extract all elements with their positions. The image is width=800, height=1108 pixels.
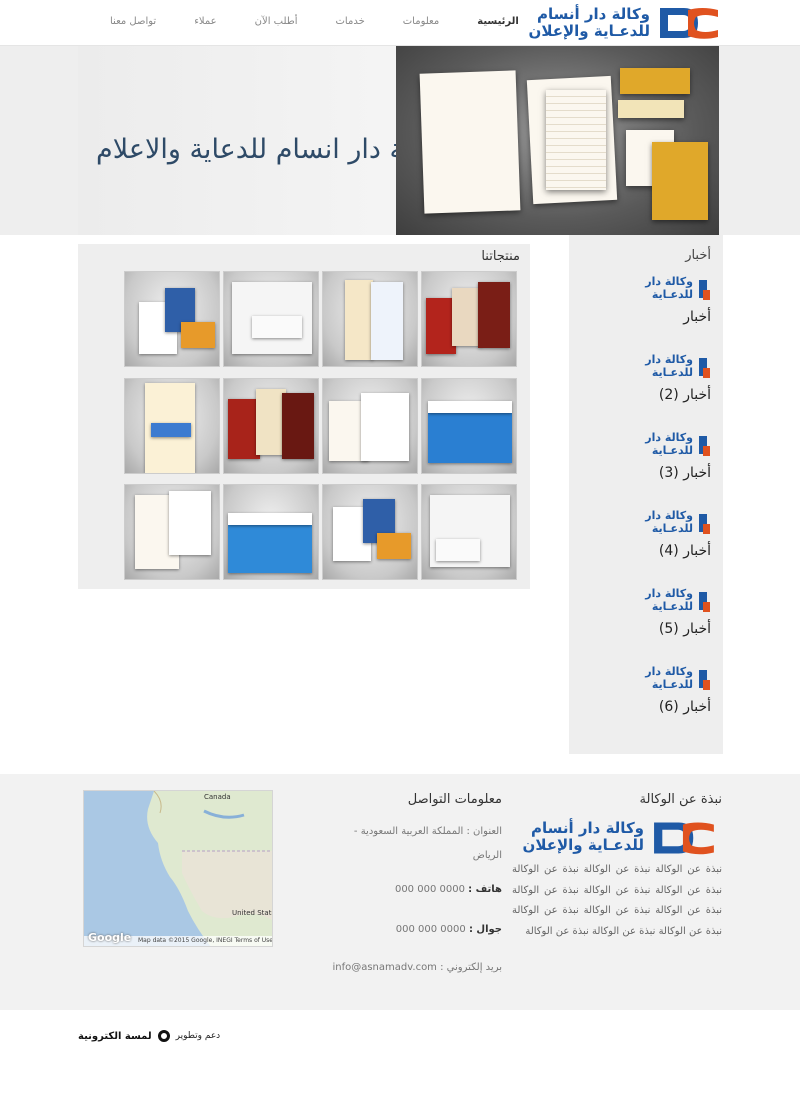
- phone-value: 0000 000 000: [394, 884, 465, 895]
- hero-title: وكالة دار انسام للدعاية والاعلام: [96, 134, 447, 165]
- credit-small: دعم وتطوير: [175, 1031, 221, 1041]
- map-label-us: United States: [232, 909, 272, 917]
- product-thumb[interactable]: [421, 378, 517, 474]
- footer-logo-line1: وكالة دار أنسام: [531, 819, 644, 837]
- logo-line1: وكالة دار أنسام: [537, 5, 650, 23]
- developer-credit[interactable]: دعم وتطوير لمسة الكترونية: [78, 1030, 220, 1042]
- products-section: منتجاتنا: [78, 244, 530, 589]
- product-thumb[interactable]: [421, 271, 517, 367]
- nav-clients[interactable]: عملاء: [172, 16, 232, 27]
- news-logo-line1: وكالة دار: [645, 665, 693, 678]
- news-logo-line1: وكالة دار: [645, 275, 693, 288]
- logo-mark-icon: [699, 514, 710, 534]
- news-label[interactable]: أخبار (3): [659, 465, 711, 481]
- products-grid: [124, 271, 520, 582]
- news-logo-line2: للدعـاية: [651, 678, 693, 691]
- phone-label: هاتف :: [468, 884, 502, 895]
- nav-info[interactable]: معلومات: [381, 16, 455, 27]
- logo-mark-icon: [660, 8, 718, 39]
- news-logo-line2: للدعـاية: [651, 366, 693, 379]
- brand-ring-icon: [157, 1030, 170, 1042]
- contact-title: معلومات التواصل: [407, 792, 502, 807]
- mobile-label: جوال :: [468, 924, 502, 935]
- news-logo: وكالة دار للدعـاية: [639, 587, 711, 617]
- about-title: نبذة عن الوكالة: [639, 792, 722, 807]
- news-logo-line1: وكالة دار: [645, 431, 693, 444]
- footer-logo: وكالة دار أنسام للدعـاية والإعلان: [523, 818, 718, 858]
- news-logo-line2: للدعـاية: [651, 600, 693, 613]
- logo-mark-icon: [699, 436, 710, 456]
- news-logo: وكالة دار للدعـاية: [639, 431, 711, 461]
- product-thumb[interactable]: [421, 484, 517, 580]
- map-label-canada: Canada: [204, 793, 231, 801]
- product-thumb[interactable]: [124, 378, 220, 474]
- news-item[interactable]: وكالة دار للدعـاية أخبار (6): [591, 665, 711, 735]
- news-label[interactable]: أخبار (6): [659, 699, 711, 715]
- news-logo-line2: للدعـاية: [651, 288, 693, 301]
- contact-email: بريد إلكتروني : info@asnamadv.com: [332, 962, 502, 973]
- news-item[interactable]: وكالة دار للدعـاية أخبار: [591, 275, 711, 345]
- contact-address: العنوان : المملكة العربية السعودية - الر…: [322, 820, 502, 868]
- news-logo-line2: للدعـاية: [651, 444, 693, 457]
- news-sidebar: أخبار وكالة دار للدعـاية أخبار وكالة دار ل…: [569, 235, 723, 754]
- site-header: وكالة دار أنسام للدعـاية والإعلان الرئيس…: [0, 0, 800, 46]
- nav-contact[interactable]: تواصل معنا: [88, 16, 172, 27]
- about-text: نبذة عن الوكالة نبذة عن الوكالة نبذة عن …: [512, 864, 722, 937]
- hero-stationery-image: [396, 46, 719, 235]
- products-title: منتجاتنا: [481, 249, 520, 264]
- email-label: بريد إلكتروني :: [440, 962, 502, 973]
- news-logo-line2: للدعـاية: [651, 522, 693, 535]
- logo-mark-icon: [699, 592, 710, 612]
- product-thumb[interactable]: [124, 271, 220, 367]
- product-thumb[interactable]: [322, 378, 418, 474]
- mobile-value: 0000 000 000: [395, 924, 466, 935]
- product-thumb[interactable]: [322, 484, 418, 580]
- product-thumb[interactable]: [124, 484, 220, 580]
- hero-banner: وكالة دار انسام للدعاية والاعلام: [0, 46, 800, 235]
- news-title: أخبار: [685, 248, 711, 263]
- credit-brand: لمسة الكترونية: [78, 1030, 152, 1042]
- news-logo: وكالة دار للدعـاية: [639, 275, 711, 305]
- site-logo[interactable]: وكالة دار أنسام للدعـاية والإعلان: [528, 4, 722, 42]
- nav-home[interactable]: الرئيسية: [455, 16, 535, 27]
- email-value[interactable]: info@asnamadv.com: [332, 962, 436, 973]
- news-logo: وكالة دار للدعـاية: [639, 353, 711, 383]
- news-label[interactable]: أخبار (2): [659, 387, 711, 403]
- news-label[interactable]: أخبار: [683, 309, 711, 325]
- product-thumb[interactable]: [223, 484, 319, 580]
- news-label[interactable]: أخبار (5): [659, 621, 711, 637]
- product-thumb[interactable]: [223, 271, 319, 367]
- product-thumb[interactable]: [322, 271, 418, 367]
- logo-mark-icon: [699, 280, 710, 300]
- logo-mark-icon: [699, 358, 710, 378]
- news-item[interactable]: وكالة دار للدعـاية أخبار (5): [591, 587, 711, 657]
- news-logo: وكالة دار للدعـاية: [639, 509, 711, 539]
- news-item[interactable]: وكالة دار للدعـاية أخبار (4): [591, 509, 711, 579]
- contact-phone: هاتف : 0000 000 000: [395, 884, 502, 895]
- contact-mobile: جوال : 0000 000 000: [396, 924, 502, 935]
- news-label[interactable]: أخبار (4): [659, 543, 711, 559]
- logo-mark-icon: [654, 822, 714, 855]
- news-item[interactable]: وكالة دار للدعـاية أخبار (3): [591, 431, 711, 501]
- news-logo-line1: وكالة دار: [645, 509, 693, 522]
- address-label: العنوان :: [466, 826, 502, 837]
- nav-services[interactable]: خدمات: [314, 16, 381, 27]
- logo-line2: للدعـاية والإعلان: [528, 22, 650, 40]
- location-map[interactable]: Canada United States Map data ©2015 Goog…: [83, 790, 273, 947]
- news-logo-line1: وكالة دار: [645, 353, 693, 366]
- bottom-bar: دعم وتطوير لمسة الكترونية: [0, 1010, 800, 1108]
- google-logo: Google: [88, 931, 132, 944]
- news-logo: وكالة دار للدعـاية: [639, 665, 711, 695]
- footer-logo-line2: للدعـاية والإعلان: [522, 836, 644, 854]
- news-logo-line1: وكالة دار: [645, 587, 693, 600]
- main-nav: الرئيسية معلومات خدمات أطلب الآن عملاء ت…: [88, 16, 535, 27]
- logo-mark-icon: [699, 670, 710, 690]
- product-thumb[interactable]: [223, 378, 319, 474]
- site-footer: نبذة عن الوكالة وكالة دار أنسام للدعـاية…: [0, 774, 800, 1010]
- map-land-shape: [147, 791, 272, 946]
- news-item[interactable]: وكالة دار للدعـاية أخبار (2): [591, 353, 711, 423]
- nav-order-now[interactable]: أطلب الآن: [233, 16, 314, 27]
